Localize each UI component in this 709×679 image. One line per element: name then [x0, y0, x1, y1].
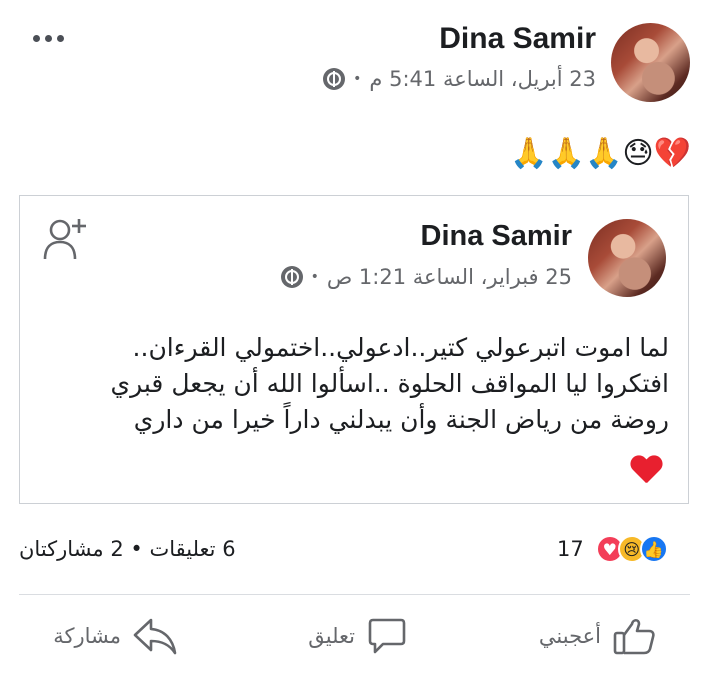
- add-friend-icon[interactable]: [40, 213, 88, 261]
- separator-dot: •: [353, 71, 362, 87]
- shared-post-text: لما اموت اتبرعولي كتير..ادعولي..اختمولي …: [39, 330, 669, 438]
- thumbs-up-icon: [613, 618, 655, 655]
- shared-post-line: لما اموت اتبرعولي كتير..ادعولي..اختمولي …: [132, 333, 669, 362]
- like-label: أعجبني: [538, 624, 601, 648]
- dot: [57, 35, 64, 42]
- shared-post-timestamp[interactable]: 25 فبراير، الساعة 1:21 ص: [327, 265, 572, 289]
- shared-post-line: افتكروا ليا المواقف الحلوة ..اسألوا الله…: [110, 369, 669, 398]
- shared-post-author-name[interactable]: Dina Samir: [421, 220, 573, 253]
- share-label: مشاركة: [53, 624, 121, 648]
- post-author-name[interactable]: Dina Samir: [439, 22, 596, 56]
- shared-post-avatar[interactable]: [588, 219, 666, 297]
- shared-post-meta: 25 فبراير، الساعة 1:21 ص •: [280, 265, 572, 289]
- dot: [33, 35, 40, 42]
- comment-icon: [368, 618, 406, 654]
- post-meta: 23 أبريل، الساعة 5:41 م •: [323, 67, 596, 91]
- like-button[interactable]: أعجبني: [539, 616, 657, 656]
- divider: [19, 594, 690, 595]
- post-timestamp[interactable]: 23 أبريل، الساعة 5:41 م: [369, 67, 596, 91]
- globe-icon: [280, 266, 303, 288]
- reactions-summary[interactable]: 17 ♥ 😢 👍: [557, 535, 668, 563]
- like-icon: 👍: [639, 535, 668, 563]
- reaction-icons: ♥ 😢 👍: [595, 535, 668, 563]
- comment-button[interactable]: تعليق: [308, 616, 407, 656]
- reaction-count: 17: [557, 537, 584, 561]
- heart-emoji: [630, 456, 662, 486]
- shared-post-line: روضة من رياض الجنة وأن يبدلني داراً خيرا…: [133, 405, 669, 434]
- avatar[interactable]: [611, 23, 690, 102]
- more-options-button[interactable]: [33, 35, 64, 42]
- separator-dot: •: [310, 269, 319, 285]
- comment-label: تعليق: [308, 624, 355, 648]
- globe-icon: [323, 68, 346, 90]
- engagement-summary[interactable]: 6 تعليقات • 2 مشاركتان: [19, 537, 236, 561]
- dot: [45, 35, 52, 42]
- share-arrow-icon: [133, 618, 177, 655]
- post-content-emojis: 🙏🙏🙏😓💔: [510, 136, 691, 171]
- share-button[interactable]: مشاركة: [53, 616, 177, 656]
